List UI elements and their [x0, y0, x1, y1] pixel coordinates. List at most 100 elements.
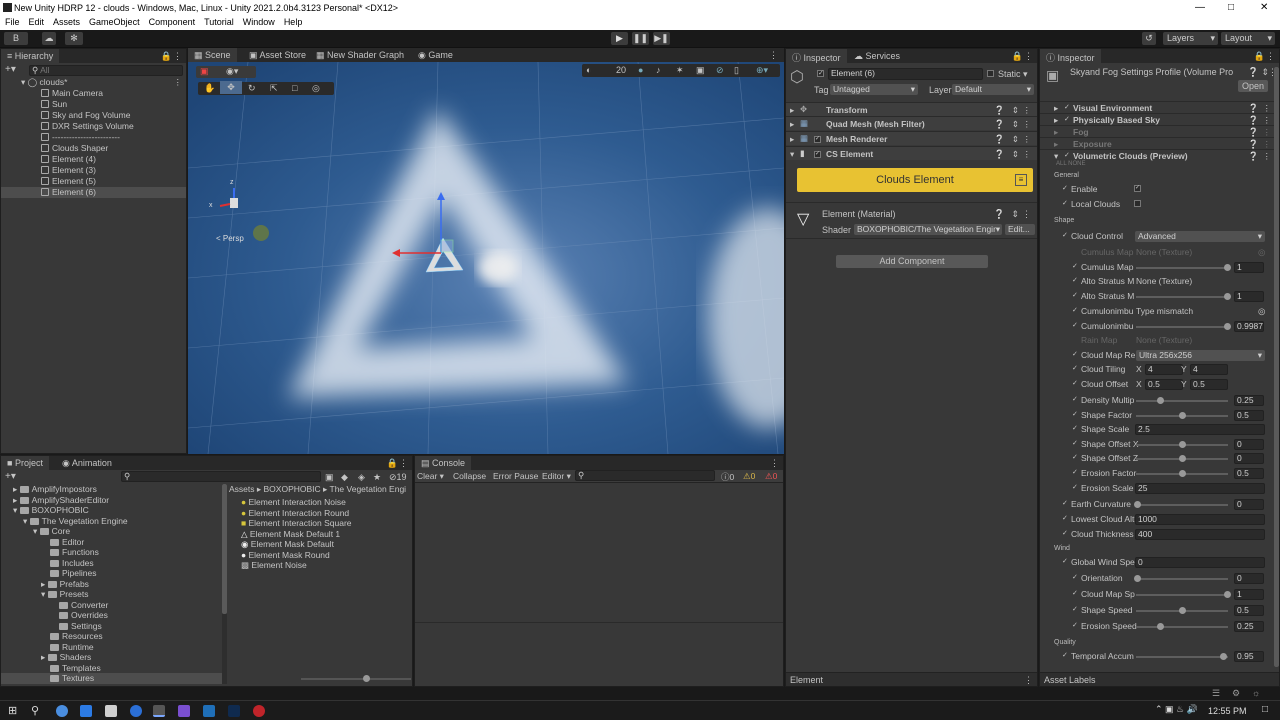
- prop-value[interactable]: 0.25: [1234, 621, 1264, 632]
- slider-knob[interactable]: [1179, 412, 1186, 419]
- override-fog[interactable]: ▸ Fog ❔ ⋮: [1040, 125, 1279, 137]
- slider-knob[interactable]: [1179, 455, 1186, 462]
- menu-help[interactable]: Help: [279, 16, 307, 30]
- menu-edit[interactable]: Edit: [24, 16, 49, 30]
- slider-knob[interactable]: [1179, 470, 1186, 477]
- tree-item[interactable]: ▸ Prefabs: [41, 579, 89, 590]
- slider-knob[interactable]: [1220, 653, 1227, 660]
- edge-icon[interactable]: [130, 705, 142, 717]
- start-icon[interactable]: ⊞: [8, 704, 17, 717]
- slider-knob[interactable]: [1224, 591, 1231, 598]
- search-type-icon[interactable]: ▣: [325, 472, 334, 483]
- prop-value[interactable]: 400: [1135, 529, 1265, 540]
- scene-root[interactable]: ▾ ◯ clouds* ⋮: [21, 77, 186, 88]
- slider-knob[interactable]: [363, 675, 370, 682]
- slider-track[interactable]: [1136, 626, 1228, 628]
- chrome-icon[interactable]: [56, 705, 68, 717]
- prop-value[interactable]: None (Texture): [1136, 335, 1192, 345]
- inspector-scrollbar[interactable]: [1274, 67, 1279, 667]
- override-visual-environment[interactable]: ▸ ✓ Visual Environment ❔ ⋮: [1040, 101, 1279, 113]
- list-item[interactable]: Element (5): [41, 176, 96, 187]
- add-icon[interactable]: +▾: [5, 64, 16, 75]
- slider-knob[interactable]: [1157, 623, 1164, 630]
- list-item[interactable]: Main Camera: [41, 88, 103, 99]
- object-picker-icon[interactable]: ◎: [1258, 306, 1265, 317]
- project-search-input[interactable]: ⚲: [121, 471, 321, 482]
- prop-value[interactable]: 2.5: [1135, 424, 1265, 435]
- tab-project[interactable]: ■ Project: [1, 456, 49, 470]
- rotate-tool-icon[interactable]: ↻: [248, 83, 256, 94]
- list-item[interactable]: ● Element Interaction Noise: [241, 497, 346, 508]
- transform-tool-icon[interactable]: ◎: [312, 83, 320, 94]
- tree-item[interactable]: Converter: [59, 600, 108, 611]
- orbit-icon[interactable]: ◐: [586, 65, 591, 75]
- list-item[interactable]: Sun: [41, 99, 67, 110]
- offset-x-field[interactable]: 0.5: [1145, 379, 1183, 390]
- active-checkbox[interactable]: ✓: [817, 70, 824, 77]
- more-menu-icon[interactable]: ⋮: [173, 51, 182, 62]
- menu-window[interactable]: Window: [238, 16, 279, 30]
- list-item[interactable]: ■ Element Interaction Square: [241, 518, 352, 529]
- tree-item[interactable]: Includes: [50, 558, 94, 569]
- override-physically-based-sky[interactable]: ▸ ✓ Physically Based Sky ❔ ⋮: [1040, 113, 1279, 125]
- gizmo-plane-handle[interactable]: [440, 239, 454, 253]
- slider-knob[interactable]: [1134, 575, 1141, 582]
- breadcrumb-item[interactable]: BOXOPHOBIC: [264, 484, 321, 494]
- error-count[interactable]: ⚠0: [765, 471, 777, 482]
- unity-hub-icon[interactable]: [203, 705, 215, 717]
- asset-labels-label[interactable]: Asset Labels: [1044, 675, 1096, 685]
- recorder-icon[interactable]: [253, 705, 265, 717]
- resolution-dropdown[interactable]: Ultra 256x256 ▾: [1136, 350, 1265, 361]
- tree-item[interactable]: ▾ Presets: [41, 589, 88, 600]
- tab-game[interactable]: ◉ Game: [412, 48, 459, 62]
- slider-track[interactable]: [1136, 594, 1228, 596]
- object-picker-icon[interactable]: ◎: [1258, 247, 1265, 258]
- prop-value[interactable]: 0.99876: [1234, 321, 1264, 332]
- static-label[interactable]: Static ▾: [998, 69, 1028, 80]
- clouds-element-button[interactable]: Clouds Element ≡: [797, 168, 1033, 192]
- tab-hierarchy[interactable]: ≡ Hierarchy: [1, 49, 60, 63]
- slider-track[interactable]: [1136, 504, 1228, 506]
- tab-inspector-2[interactable]: ⓘ Inspector: [1040, 49, 1101, 63]
- scene-view[interactable]: ▣ ◉▾ ✋ ✥ ↻ ⇱ □ ◎ ◐ 20 ● ♪ ✶ ▣ ⊘ ▯ ⊕▾ < P…: [188, 48, 784, 454]
- play-button[interactable]: ▶: [611, 32, 628, 45]
- maximize-icon[interactable]: □: [1228, 2, 1234, 13]
- editor-dropdown[interactable]: Editor ▾: [542, 471, 571, 482]
- account-button[interactable]: B: [4, 32, 28, 45]
- all-none-toggle[interactable]: ALL NONE: [1056, 161, 1085, 167]
- tree-item[interactable]: Pipelines: [50, 568, 97, 579]
- collapse-button[interactable]: Collapse: [453, 471, 486, 481]
- tree-item[interactable]: ▸ Shaders: [41, 652, 91, 663]
- more-menu-icon[interactable]: ⋮: [174, 77, 183, 88]
- collab-icon[interactable]: ✻: [65, 32, 83, 45]
- list-item-selected[interactable]: Element (6): [1, 187, 186, 198]
- preset-icon[interactable]: ⇕: [1012, 134, 1019, 145]
- object-name-field[interactable]: Element (6): [828, 68, 983, 80]
- help-icon[interactable]: ❔: [1248, 151, 1259, 162]
- draw-mode-icon[interactable]: ▣: [200, 66, 209, 77]
- help-icon[interactable]: ❔: [994, 119, 1005, 130]
- preset-icon[interactable]: ⇕: [1012, 149, 1019, 160]
- prop-value[interactable]: 0: [1234, 439, 1264, 450]
- scene-visibility-icon[interactable]: ▣: [696, 65, 705, 76]
- slider-knob[interactable]: [1224, 264, 1231, 271]
- list-item[interactable]: Clouds Shaper: [41, 143, 108, 154]
- tree-item[interactable]: Templates: [50, 663, 101, 674]
- slider-track[interactable]: [1136, 296, 1228, 298]
- photoshop-icon[interactable]: [228, 705, 240, 717]
- fx-icon[interactable]: ✶: [676, 65, 684, 76]
- slider-track[interactable]: [1136, 267, 1228, 269]
- prop-value[interactable]: 0.5: [1234, 468, 1264, 479]
- search-icon[interactable]: ⚲: [31, 704, 39, 717]
- star-icon[interactable]: ★: [373, 472, 381, 483]
- more-menu-icon[interactable]: ⋮: [1024, 675, 1033, 686]
- prop-value[interactable]: None (Texture): [1136, 247, 1192, 257]
- list-item[interactable]: ● Element Mask Round: [241, 550, 330, 561]
- tiling-x-field[interactable]: 4: [1145, 364, 1183, 375]
- list-item[interactable]: Element (3): [41, 165, 96, 176]
- menu-assets[interactable]: Assets: [48, 16, 84, 30]
- breadcrumb-item[interactable]: The Vegetation Engi: [330, 484, 407, 494]
- tab-inspector[interactable]: ⓘ Inspector: [786, 49, 847, 63]
- slider-knob[interactable]: [1157, 397, 1164, 404]
- cloud-icon[interactable]: ☁: [42, 32, 56, 45]
